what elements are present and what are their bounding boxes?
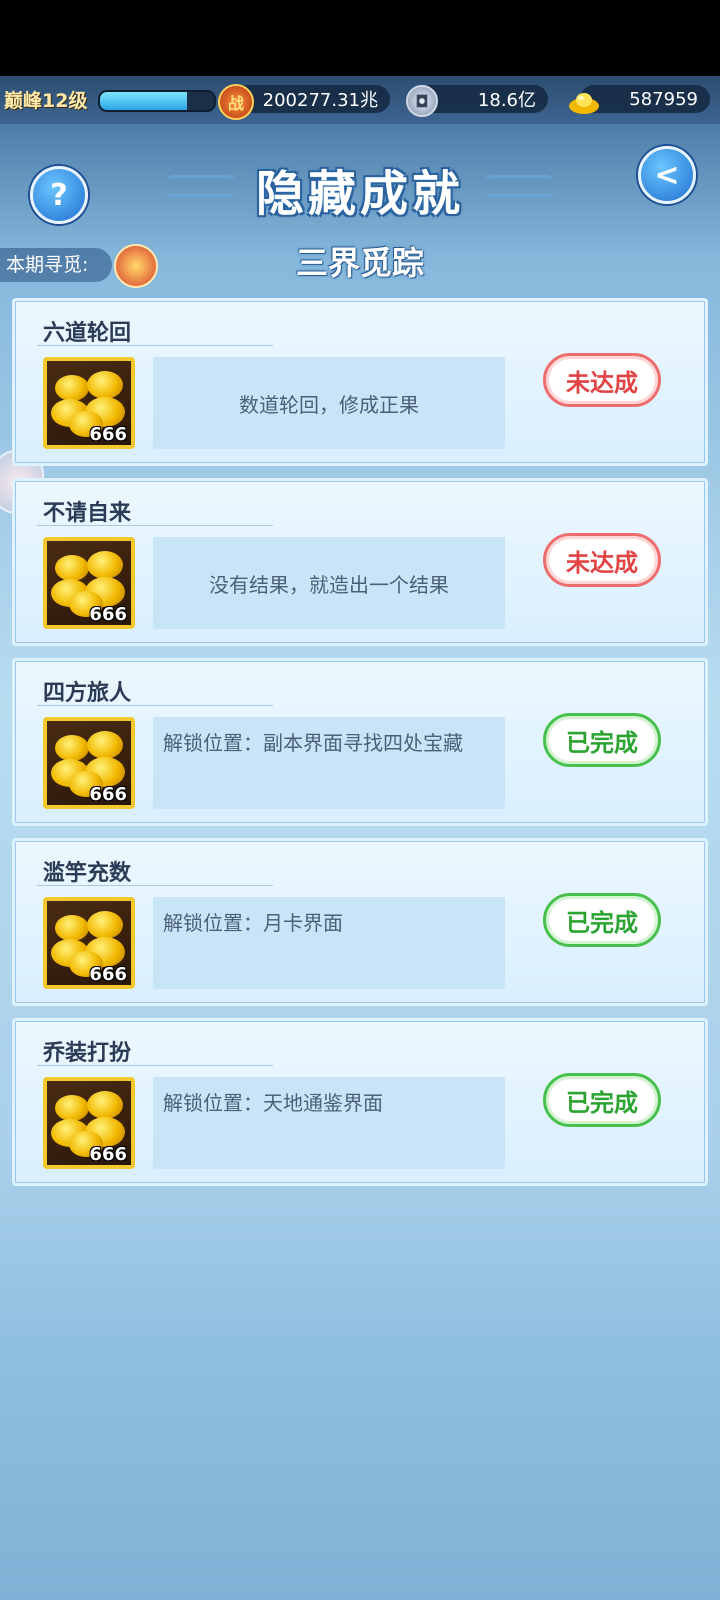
divider [37, 705, 273, 706]
period-label: 本期寻觅: [0, 248, 112, 282]
coin-value: 18.6亿 [477, 90, 536, 111]
level-label: 巅峰12级 [4, 90, 88, 112]
achievement-description: 没有结果，就造出一个结果 [153, 537, 505, 629]
seek-token-icon[interactable] [114, 244, 158, 288]
exp-bar [98, 90, 216, 112]
page-title: 隐藏成就 [255, 166, 464, 222]
achievement-card: 乔装打扮 666 解锁位置：天地通鉴界面 已完成 [12, 1018, 708, 1186]
reward-gold-ingot-icon[interactable]: 666 [43, 717, 135, 809]
achievement-name: 乔装打扮 [43, 1041, 132, 1066]
achievement-name: 不请自来 [43, 501, 132, 526]
copper-coin-icon: ◘ [406, 85, 438, 117]
reward-quantity: 666 [89, 1144, 127, 1165]
title-area: 隐藏成就 [166, 150, 554, 230]
power-display: 200277.31兆 [232, 85, 390, 113]
reward-gold-ingot-icon[interactable]: 666 [43, 1077, 135, 1169]
divider [37, 885, 273, 886]
not-achieved-badge[interactable]: 未达成 [543, 533, 661, 587]
achievement-card: 六道轮回 666 数道轮回，修成正果 未达成 [12, 298, 708, 466]
achievement-card: 四方旅人 666 解锁位置：副本界面寻找四处宝藏 已完成 [12, 658, 708, 826]
exp-bar-fill [100, 92, 187, 110]
back-button[interactable]: < [638, 146, 696, 204]
question-icon: ? [50, 177, 68, 213]
achievement-card: 不请自来 666 没有结果，就造出一个结果 未达成 [12, 478, 708, 646]
achievement-description: 解锁位置：天地通鉴界面 [153, 1077, 505, 1169]
achievement-description: 解锁位置：副本界面寻找四处宝藏 [153, 717, 505, 809]
completed-badge[interactable]: 已完成 [543, 1073, 661, 1127]
power-value: 200277.31兆 [262, 90, 378, 111]
completed-badge[interactable]: 已完成 [543, 893, 661, 947]
gold-ingot-icon [568, 86, 600, 118]
achievement-description: 数道轮回，修成正果 [153, 357, 505, 449]
period-subtitle: 三界觅踪 [295, 244, 424, 282]
completed-badge[interactable]: 已完成 [543, 713, 661, 767]
achievement-name: 滥竽充数 [43, 861, 132, 886]
reward-gold-ingot-icon[interactable]: 666 [43, 357, 135, 449]
help-button[interactable]: ? [30, 166, 88, 224]
status-bar [0, 0, 720, 76]
achievement-card: 滥竽充数 666 解锁位置：月卡界面 已完成 [12, 838, 708, 1006]
reward-gold-ingot-icon[interactable]: 666 [43, 897, 135, 989]
achievement-description: 解锁位置：月卡界面 [153, 897, 505, 989]
divider [37, 345, 273, 346]
divider [37, 1065, 273, 1066]
divider [37, 525, 273, 526]
reward-quantity: 666 [89, 964, 127, 985]
gold-value: 587959 [629, 88, 698, 110]
reward-quantity: 666 [89, 784, 127, 805]
fight-icon: 战 [218, 84, 254, 120]
resource-bar: 巅峰12级 200277.31兆 18.6亿 587959 [0, 76, 720, 124]
reward-quantity: 666 [89, 604, 127, 625]
reward-gold-ingot-icon[interactable]: 666 [43, 537, 135, 629]
achievement-name: 四方旅人 [43, 681, 132, 706]
back-arrow-icon: < [654, 157, 680, 193]
not-achieved-badge[interactable]: 未达成 [543, 353, 661, 407]
reward-quantity: 666 [89, 424, 127, 445]
achievement-name: 六道轮回 [43, 321, 132, 346]
